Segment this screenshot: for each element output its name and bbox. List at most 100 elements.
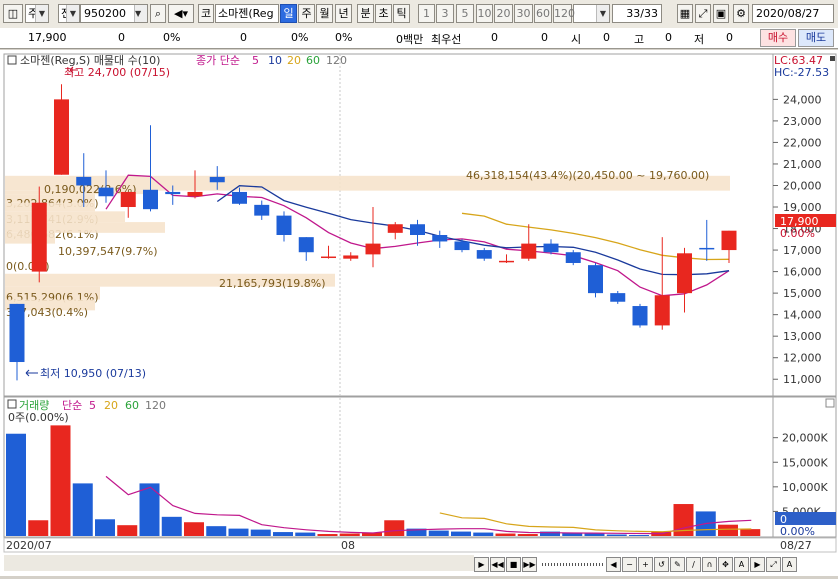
- ma-period-10: 10: [268, 54, 282, 67]
- reset-icon[interactable]: ↺: [654, 557, 669, 572]
- interval-tab-3[interactable]: 10: [476, 4, 493, 23]
- save-icon[interactable]: ▣: [713, 4, 729, 23]
- chart-area[interactable]: 46,318,154(43.4%)(20,450.00 ~ 19,760.00)…: [0, 50, 838, 576]
- grid-icon[interactable]: ▦: [677, 4, 693, 23]
- y-tick-label: 22,000: [783, 136, 822, 149]
- period-tab-6[interactable]: 틱: [393, 4, 410, 23]
- crosshair-icon[interactable]: ⤢: [695, 4, 711, 23]
- scroll-right-icon[interactable]: ▶: [750, 557, 765, 572]
- zoom-in-icon[interactable]: +: [638, 557, 653, 572]
- volume-bar: [161, 516, 182, 536]
- volume-tick-label: 10,000K: [782, 481, 828, 494]
- candle-body: [54, 99, 69, 175]
- trade-amount: 0백만: [396, 33, 424, 46]
- volume-bar: [606, 534, 627, 536]
- y-tick-label: 17,000: [783, 244, 822, 257]
- draw-icon[interactable]: ∕: [686, 557, 701, 572]
- high-annotation: 최고 24,700 (07/15): [64, 66, 170, 79]
- scroll-left-icon[interactable]: ◀: [606, 557, 621, 572]
- candle-body: [365, 243, 381, 255]
- zoom-out-icon[interactable]: −: [622, 557, 637, 572]
- period-tab-0[interactable]: 일: [280, 4, 297, 23]
- volume-profile-band: [5, 232, 55, 244]
- sound-icon[interactable]: ◀▾: [168, 4, 194, 23]
- tool-icon[interactable]: ✎: [670, 557, 685, 572]
- x-label-start: 2020/07: [6, 539, 52, 552]
- x-label-end: 08/27: [780, 539, 812, 552]
- chart-svg[interactable]: 46,318,154(43.4%)(20,450.00 ~ 19,760.00)…: [0, 50, 838, 576]
- interval-tab-1[interactable]: 3: [436, 4, 454, 23]
- candle-body: [187, 191, 203, 197]
- stock-code-input[interactable]: 950200 ▼: [80, 4, 148, 23]
- best-quote-label: 최우선: [431, 33, 462, 46]
- text-icon[interactable]: A: [734, 557, 749, 572]
- candle-body: [209, 176, 225, 183]
- period-tab-5[interactable]: 초: [375, 4, 392, 23]
- panel-collapse-icon[interactable]: [825, 398, 835, 408]
- candle-body: [565, 252, 581, 263]
- volume-profile-label: 46,318,154(43.4%)(20,450.00 ~ 19,760.00): [466, 169, 709, 182]
- magnet-icon[interactable]: ∩: [702, 557, 717, 572]
- volume-bar: [50, 425, 71, 536]
- chevron-down-icon: ▼: [66, 5, 79, 22]
- interval-tab-6[interactable]: 60: [534, 4, 552, 23]
- fast-forward-icon[interactable]: ▶▶: [522, 557, 537, 572]
- candle-body: [343, 255, 359, 259]
- open-label: 시: [571, 33, 582, 46]
- price-ma-label: 종가 단순: [196, 54, 240, 67]
- interval-tab-4[interactable]: 20: [494, 4, 513, 23]
- ma-period-60: 60: [306, 54, 320, 67]
- candle-body: [387, 224, 403, 233]
- quote-info-row: 17,900 0 0% 0 0% 0% 0백만 최우선 0 0 시 0 고 0 …: [0, 28, 838, 49]
- period-tab-3[interactable]: 년: [335, 4, 352, 23]
- stock-name-field: 소마젠(Reg: [215, 4, 279, 23]
- candle-body: [276, 215, 292, 235]
- best-quote-1: 0: [491, 31, 498, 44]
- chart-menu-icon[interactable]: ◫: [3, 4, 23, 23]
- pan-icon[interactable]: ✥: [718, 557, 733, 572]
- font-icon[interactable]: A: [782, 557, 797, 572]
- market-select[interactable]: 주 ▼: [25, 4, 49, 23]
- candle-body: [721, 230, 737, 251]
- volume-bar: [228, 528, 249, 536]
- gear-icon[interactable]: ⚙: [733, 4, 749, 23]
- change-rate: 0%: [163, 31, 181, 44]
- volume-bar: [517, 534, 538, 536]
- buy-button[interactable]: 매수: [760, 29, 796, 47]
- vol-ma-period-5: 5: [89, 399, 96, 412]
- volume-bar: [72, 483, 93, 536]
- sell-button[interactable]: 매도: [798, 29, 834, 47]
- y-tick-label: 12,000: [783, 352, 822, 365]
- rewind-icon[interactable]: ◀◀: [490, 557, 505, 572]
- volume-profile-label: 21,165,793(19.8%): [219, 277, 326, 290]
- period-tab-1[interactable]: 주: [298, 4, 315, 23]
- zoom-slider-track[interactable]: [542, 563, 604, 566]
- expand-icon[interactable]: ⤢: [766, 557, 781, 572]
- code-button[interactable]: 코: [198, 4, 214, 23]
- interval-tab-0[interactable]: 1: [418, 4, 435, 23]
- period-tab-2[interactable]: 월: [316, 4, 333, 23]
- volume-profile-label: 10,397,547(9.7%): [58, 245, 158, 258]
- x-axis: [3, 537, 837, 553]
- scope-select[interactable]: 전▼: [58, 4, 80, 23]
- volume-profile-band: [5, 211, 125, 223]
- volume-bar: [584, 533, 605, 536]
- low-value: 0: [726, 31, 733, 44]
- candle-body: [31, 202, 47, 272]
- period-tab-4[interactable]: 분: [357, 4, 374, 23]
- interval-tab-2[interactable]: 5: [456, 4, 474, 23]
- search-icon[interactable]: ⌕: [150, 4, 166, 23]
- current-volume-pct: 0.00%: [780, 525, 815, 538]
- interval-input[interactable]: ▼: [573, 4, 610, 23]
- date-field[interactable]: 2020/08/27: [752, 4, 834, 23]
- candle-body: [476, 250, 492, 259]
- horizontal-scrollbar[interactable]: [4, 555, 474, 571]
- interval-tab-5[interactable]: 30: [514, 4, 533, 23]
- volume-profile-band: [5, 202, 95, 212]
- volume-bar: [139, 483, 160, 536]
- stop-icon[interactable]: ■: [506, 557, 521, 572]
- current-price: 17,900: [28, 31, 67, 44]
- play-icon[interactable]: ▶: [474, 557, 489, 572]
- panel-menu-icon[interactable]: [830, 56, 835, 61]
- interval-tab-7[interactable]: 120: [553, 4, 575, 23]
